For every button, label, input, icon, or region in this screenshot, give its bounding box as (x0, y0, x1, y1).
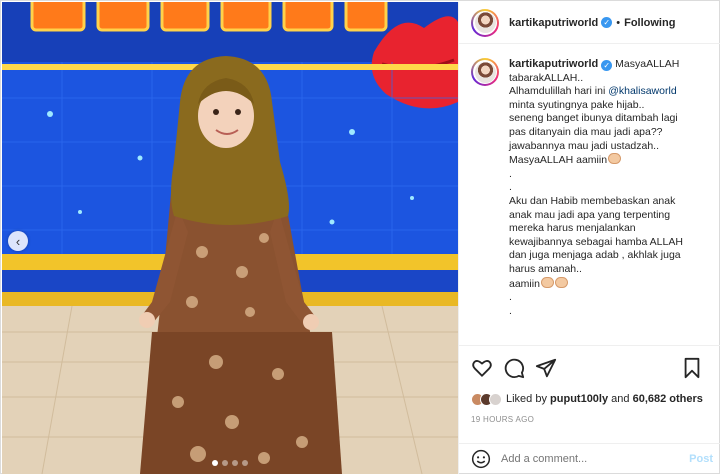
caption-line-1: tabarakALLAH.. (509, 71, 584, 84)
verified-badge-icon: ✓ (601, 17, 613, 28)
verified-badge-icon: ✓ (601, 60, 613, 71)
heart-icon[interactable] (471, 357, 493, 379)
pray-emoji-icon (608, 153, 622, 165)
caption-line-14: dan juga menjaga adab , akhlak juga (509, 249, 681, 262)
caption-line-11: anak mau jadi apa yang terpenting (509, 208, 671, 221)
likes-summary: Liked by puput100ly and 60,682 others (471, 389, 703, 409)
caption-line-12: mereka harus menjalankan (509, 222, 636, 235)
liker-avatar (489, 392, 502, 406)
comment-icon[interactable] (503, 357, 525, 379)
caption-line-10: Aku dan Habib membebaskan anak (509, 194, 676, 207)
post-comment-button[interactable]: Post (689, 453, 713, 465)
following-button[interactable]: Following (624, 17, 675, 29)
carousel-indicator (2, 460, 458, 466)
chevron-left-icon: ‹ (15, 233, 21, 249)
liker-username[interactable]: puput100ly (550, 393, 608, 405)
post-timestamp[interactable]: 19 HOURS AGO (471, 415, 534, 424)
caption-line: MasyaALLAH aamiin (509, 153, 709, 168)
caption-comment: kartikaputriworld ✓ MasyaALLAH tabarakALL… (471, 58, 709, 318)
author-avatar[interactable] (471, 8, 499, 37)
pray-emoji-icon (554, 276, 568, 288)
likes-count-link[interactable]: 60,682 others (633, 393, 703, 405)
caption-line: kartikaputriworld ✓ MasyaALLAH (509, 58, 709, 72)
share-icon[interactable] (535, 357, 557, 379)
post-photo (2, 2, 458, 474)
caption-line-13: kewajibannya sebagai hamba ALLAH (509, 235, 683, 248)
instagram-post-frame: ‹ kartikaputriworld ✓ • Following kartik… (0, 0, 720, 474)
action-bar (459, 345, 720, 389)
carousel-dot (212, 460, 218, 466)
caption-line-15: harus amanah.. (509, 262, 582, 275)
comment-box: Post (459, 443, 720, 474)
author-username[interactable]: kartikaputriworld (509, 17, 598, 29)
likes-prefix: Liked by (506, 393, 551, 405)
caption-line-2: Alhamdulillah hari ini (509, 85, 609, 98)
caption-line-7: MasyaALLAH aamiin (509, 154, 608, 167)
likes-text: Liked by puput100ly and 60,682 others (506, 393, 703, 405)
carousel-dot (242, 460, 248, 466)
caption-line-5: pas ditanyain dia mau jadi apa?? (509, 125, 663, 138)
post-side-panel: kartikaputriworld ✓ • Following kartikap… (458, 2, 720, 474)
caption-author-avatar[interactable] (471, 58, 499, 86)
caption-line: aamiin (509, 276, 709, 292)
caption-line: Alhamdulillah hari ini @khalisaworld (509, 85, 709, 99)
caption-line-8: . (509, 167, 512, 180)
post-header: kartikaputriworld ✓ • Following (459, 2, 720, 44)
caption-line-3: minta syutingnya pake hijab.. (509, 98, 645, 111)
caption-line-6: jawabannya mau jadi ustadzah.. (509, 139, 660, 152)
caption-line-0: MasyaALLAH (615, 58, 680, 70)
caption-text: kartikaputriworld ✓ MasyaALLAH tabarakALL… (509, 58, 709, 318)
pray-emoji-icon (540, 276, 554, 288)
post-media[interactable]: ‹ (2, 2, 458, 474)
carousel-dot (232, 460, 238, 466)
stage-sign (30, 2, 388, 32)
caption-line-18: . (509, 304, 512, 317)
caption-line-17: . (509, 291, 512, 304)
caption-area[interactable]: kartikaputriworld ✓ MasyaALLAH tabarakALL… (459, 45, 720, 345)
likes-middle: and (608, 393, 633, 405)
bookmark-icon[interactable] (681, 357, 703, 379)
caption-username[interactable]: kartikaputriworld (509, 58, 598, 70)
caption-line-4: seneng banget ibunya ditambah lagi (509, 112, 678, 125)
comment-input[interactable] (501, 453, 690, 465)
emoji-smiley-icon[interactable] (471, 449, 491, 469)
header-separator: • (616, 16, 621, 29)
carousel-dot (222, 460, 228, 466)
caption-line-16: aamiin (509, 277, 540, 290)
previous-photo-button[interactable]: ‹ (8, 231, 28, 251)
mention-link[interactable]: @khalisaworld (608, 85, 676, 97)
caption-line-9: . (509, 181, 512, 194)
